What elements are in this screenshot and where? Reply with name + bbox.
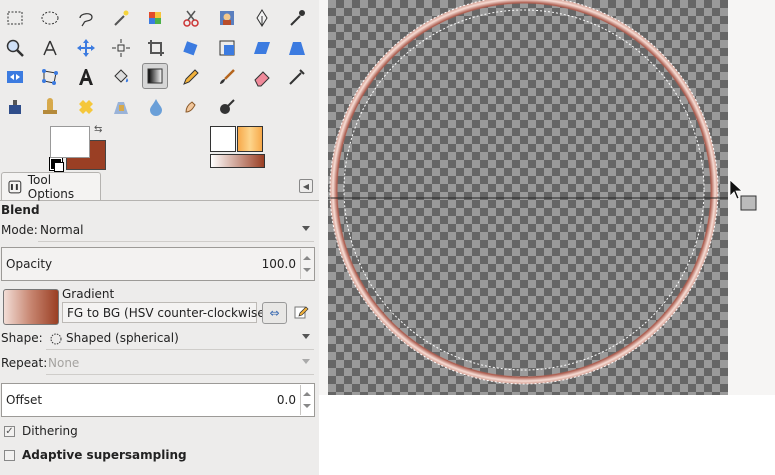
repeat-value: None (48, 356, 80, 370)
gradient-name-field[interactable]: FG to BG (HSV counter-clockwise) (62, 302, 269, 323)
dock-separator[interactable] (319, 0, 328, 395)
gradient-indicator[interactable] (210, 154, 265, 168)
gradient-name-value: FG to BG (HSV counter-clockwise) (67, 306, 270, 320)
shape-select[interactable]: Shaped (spherical) (46, 329, 314, 350)
flip-icon[interactable] (2, 64, 28, 90)
adaptive-supersampling-checkbox[interactable] (4, 450, 15, 461)
move-icon[interactable] (73, 35, 99, 61)
color-picker-icon[interactable] (284, 5, 310, 31)
reverse-gradient-button[interactable]: ⇔ (262, 302, 287, 324)
color-select-icon[interactable] (143, 5, 169, 31)
left-dock: ⇆ Tool Options ◀ Blend Mode: Normal Opac… (0, 0, 319, 475)
rect-select-icon[interactable] (2, 5, 28, 31)
offset-spinner[interactable]: Offset 0.0 (1, 383, 315, 417)
dock-tab-bar: Tool Options ◀ (0, 171, 319, 201)
clone-icon[interactable] (37, 94, 63, 120)
dithering-checkbox[interactable]: ✓ (4, 426, 15, 437)
free-select-icon[interactable] (73, 5, 99, 31)
dithering-label: Dithering (22, 424, 78, 438)
canvas-padding-bottom (319, 395, 775, 475)
ring-shape (330, 0, 718, 384)
zoom-icon[interactable] (2, 35, 28, 61)
offset-stepper[interactable] (300, 385, 313, 415)
airbrush-icon[interactable] (284, 64, 310, 90)
chevron-down-icon (302, 359, 310, 364)
scissors-select-icon[interactable] (178, 5, 204, 31)
tool-options-icon (8, 180, 22, 193)
eraser-icon[interactable] (249, 64, 275, 90)
gradient-preview-button[interactable] (3, 289, 59, 325)
canvas-padding-right (728, 0, 775, 395)
align-icon[interactable] (108, 35, 134, 61)
mode-value: Normal (40, 223, 84, 237)
blend-icon[interactable] (142, 63, 168, 89)
rotate-icon[interactable] (178, 35, 204, 61)
tab-label: Tool Options (27, 172, 75, 201)
scale-icon[interactable] (214, 35, 240, 61)
opacity-spinner[interactable]: Opacity 100.0 (1, 247, 315, 281)
perspective-clone-icon[interactable] (108, 94, 134, 120)
ellipse-select-icon[interactable] (37, 5, 63, 31)
edit-pencil-icon (294, 306, 309, 319)
chevron-up-icon[interactable] (303, 256, 311, 260)
tab-menu-button[interactable]: ◀ (299, 179, 313, 193)
gradient-ring (328, 0, 728, 385)
blend-cursor-icon (729, 179, 757, 211)
chevron-down-icon[interactable] (303, 404, 311, 408)
repeat-label: Repeat: (1, 356, 48, 370)
perspective-icon[interactable] (284, 35, 310, 61)
bucket-fill-icon[interactable] (108, 64, 134, 90)
swap-colors-icon[interactable]: ⇆ (94, 124, 106, 136)
image-canvas[interactable] (328, 0, 728, 395)
adaptive-supersampling-label: Adaptive supersampling (22, 448, 187, 462)
tab-tool-options[interactable]: Tool Options (1, 172, 101, 201)
foreground-color-swatch[interactable] (50, 126, 90, 158)
paintbrush-icon[interactable] (214, 64, 240, 90)
mode-label: Mode: (1, 223, 38, 237)
swap-arrows-icon: ⇔ (269, 306, 280, 320)
blur-icon[interactable] (143, 94, 169, 120)
ink-icon[interactable] (2, 94, 28, 120)
cage-transform-icon[interactable] (37, 64, 63, 90)
brush-pattern-gradient-indicators (210, 126, 266, 170)
foreground-select-icon[interactable] (214, 5, 240, 31)
pencil-icon[interactable] (178, 64, 204, 90)
offset-label: Offset (6, 393, 43, 407)
chevron-down-icon[interactable] (303, 268, 311, 272)
smudge-icon[interactable] (178, 94, 204, 120)
fg-bg-color-selector[interactable]: ⇆ (48, 124, 110, 172)
edit-gradient-button[interactable] (293, 304, 309, 320)
opacity-label: Opacity (6, 257, 53, 271)
shear-icon[interactable] (249, 35, 275, 61)
repeat-select[interactable]: None (46, 354, 314, 375)
toolbox (0, 0, 319, 122)
fuzzy-select-icon[interactable] (108, 5, 134, 31)
offset-value: 0.0 (276, 393, 296, 407)
dodge-burn-icon[interactable] (214, 94, 240, 120)
heal-icon[interactable] (73, 94, 99, 120)
text-icon[interactable] (73, 64, 99, 90)
paths-icon[interactable] (249, 5, 275, 31)
opacity-value: 100.0 (261, 257, 296, 271)
measure-icon[interactable] (37, 35, 63, 61)
shape-label: Shape: (1, 331, 43, 345)
pattern-indicator[interactable] (237, 126, 263, 152)
shape-value: Shaped (spherical) (66, 331, 179, 345)
gradient-label: Gradient (62, 287, 115, 301)
tool-title: Blend (1, 203, 40, 217)
brush-indicator[interactable] (210, 126, 236, 152)
chevron-down-icon (302, 226, 310, 231)
opacity-stepper[interactable] (300, 249, 313, 279)
crop-icon[interactable] (143, 35, 169, 61)
mode-select[interactable]: Normal (38, 221, 314, 242)
chevron-down-icon (302, 334, 310, 339)
spherical-shape-icon (50, 333, 62, 345)
chevron-up-icon[interactable] (303, 392, 311, 396)
